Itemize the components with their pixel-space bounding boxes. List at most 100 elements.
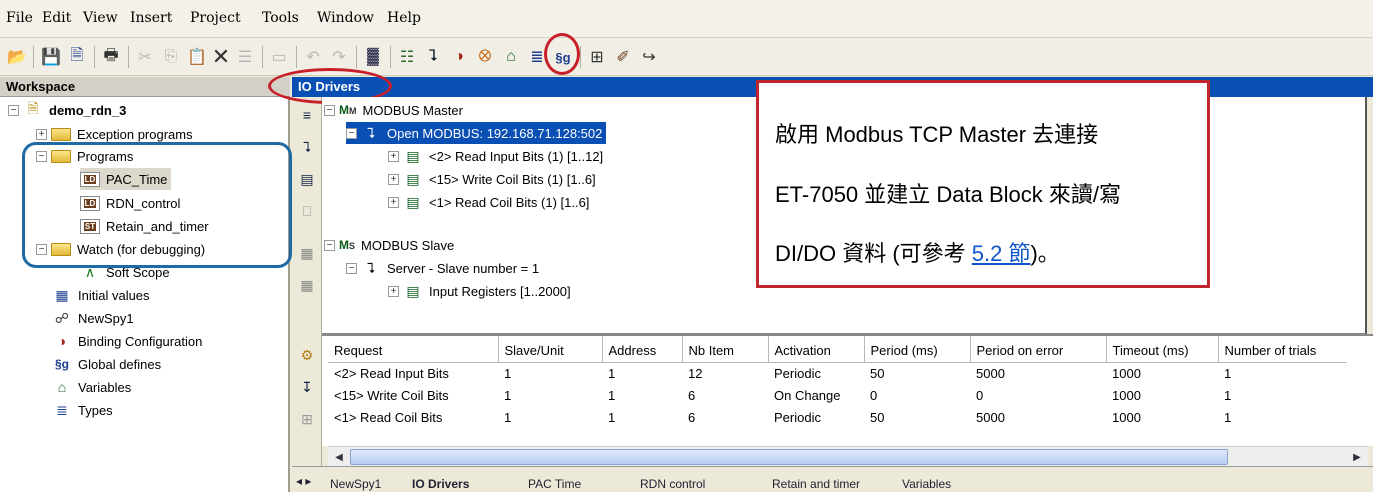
tree-modbus-slave[interactable]: − MS MODBUS Slave <box>324 234 454 256</box>
tab-variables[interactable]: Variables <box>902 477 951 491</box>
link-icon[interactable]: ⎕ <box>297 201 317 221</box>
variables-icon: ⌂ <box>57 379 67 395</box>
programs-highlight <box>22 142 292 268</box>
col-address[interactable]: Address <box>602 336 683 363</box>
column-layout-icon[interactable]: ≡ <box>297 105 317 125</box>
tree-input-registers[interactable]: + ▤ Input Registers [1..2000] <box>388 280 571 302</box>
table-row[interactable]: <15> Write Coil Bits 1 1 6 On Change 0 0… <box>328 384 1347 406</box>
menu-project[interactable]: Project <box>190 10 241 26</box>
menu-file[interactable]: File <box>6 10 33 26</box>
layout-icon[interactable]: ⊞ <box>586 46 608 68</box>
workspace-tree: − 🗎 demo_rdn_3 + Exception programs − Pr… <box>0 97 292 492</box>
scroll-thumb[interactable] <box>350 449 1228 465</box>
menu-view[interactable]: View <box>83 10 118 26</box>
cell: 0 <box>870 387 878 403</box>
tree-read-coil-bits[interactable]: + ▤ <1> Read Coil Bits (1) [1..6] <box>388 191 589 213</box>
scroll-left-icon[interactable]: ◀ <box>330 449 348 465</box>
table-row[interactable]: <1> Read Coil Bits 1 1 6 Periodic 50 500… <box>328 406 1347 428</box>
tree-variables[interactable]: ⌂ Variables <box>52 376 131 398</box>
cell: 50 <box>870 365 885 381</box>
scroll-right-icon[interactable]: ▶ <box>1348 449 1366 465</box>
data-block-icon: ▤ <box>406 170 420 187</box>
cell: 1000 <box>1112 387 1141 403</box>
data-block-icon[interactable]: ▤ <box>297 169 317 189</box>
annotation-callout: 啟用 Modbus TCP Master 去連接 ET-7050 並建立 Dat… <box>756 80 1210 288</box>
tree-global-defines[interactable]: §g Global defines <box>52 353 161 375</box>
properties-icon[interactable]: ☰ <box>234 46 256 68</box>
col-request[interactable]: Request <box>328 336 499 363</box>
redo-icon[interactable]: ↷ <box>328 46 350 68</box>
cell: <1> Read Coil Bits <box>334 409 443 425</box>
print-icon[interactable]: 🖶 <box>100 46 122 68</box>
copy-icon[interactable]: ⎘ <box>160 46 182 68</box>
library-icon[interactable]: ✐ <box>612 46 634 68</box>
table-row[interactable]: <2> Read Input Bits 1 1 12 Periodic 50 5… <box>328 362 1347 384</box>
network-icon[interactable]: ⮧ <box>297 137 317 157</box>
menu-edit[interactable]: Edit <box>42 10 71 26</box>
open-icon[interactable]: 📂 <box>6 46 28 68</box>
tab-rdn-control[interactable]: RDN control <box>640 477 705 491</box>
tab-pac-time[interactable]: PAC Time <box>528 477 581 491</box>
add-icon[interactable]: ⊞ <box>297 409 317 429</box>
settings-icon[interactable]: ⚙ <box>297 345 317 365</box>
undo-icon[interactable]: ↶ <box>302 46 324 68</box>
col-slave-unit[interactable]: Slave/Unit <box>498 336 603 363</box>
io-board-icon[interactable]: ☷ <box>396 46 418 68</box>
menu-help[interactable]: Help <box>387 10 421 26</box>
sort-icon[interactable]: ↧ <box>297 377 317 397</box>
paste-icon[interactable]: 📋 <box>186 46 208 68</box>
side-toolbar: ≡ ⮧ ▤ ⎕ ▦ ▦ ⚙ ↧ ⊞ <box>292 97 322 492</box>
menu-window[interactable]: Window <box>317 10 374 26</box>
spy-icon[interactable]: ⭙ <box>474 46 496 68</box>
tree-initial-values[interactable]: ▦ Initial values <box>52 284 149 306</box>
tree-read-input-bits[interactable]: + ▤ <2> Read Input Bits (1) [1..12] <box>388 145 603 167</box>
col-nb-item[interactable]: Nb Item <box>682 336 769 363</box>
col-activation[interactable]: Activation <box>768 336 865 363</box>
section-link[interactable]: 5.2 節 <box>972 241 1031 266</box>
save-all-icon[interactable]: 🗎 <box>66 46 88 68</box>
network-icon[interactable]: ⮧ <box>422 46 444 68</box>
menu-tools[interactable]: Tools <box>262 10 299 26</box>
tree-write-coil-bits[interactable]: + ▤ <15> Write Coil Bits (1) [1..6] <box>388 168 596 190</box>
menu-insert[interactable]: Insert <box>130 10 172 26</box>
cell: 1 <box>608 365 616 381</box>
save-icon[interactable]: 💾 <box>40 46 62 68</box>
tab-io-drivers[interactable]: IO Drivers <box>412 477 469 491</box>
tree-project[interactable]: − 🗎 demo_rdn_3 <box>8 99 126 121</box>
col-number-of-trials[interactable]: Number of trials <box>1218 336 1347 363</box>
cell: 1 <box>1224 409 1232 425</box>
home-icon[interactable]: ⌂ <box>500 46 522 68</box>
cell: 12 <box>688 365 703 381</box>
callout-line-1: 啟用 Modbus TCP Master 去連接 <box>775 122 1099 147</box>
find-icon[interactable]: ▭ <box>268 46 290 68</box>
modbus-slave-icon: MS <box>339 238 356 252</box>
horizontal-scrollbar[interactable]: ◀ ▶ <box>328 446 1368 466</box>
cut-icon[interactable]: ✂ <box>134 46 156 68</box>
tree-types[interactable]: ≣ Types <box>52 399 113 421</box>
tree-binding-configuration[interactable]: ◑ Binding Configuration <box>52 330 203 352</box>
col-timeout[interactable]: Timeout (ms) <box>1106 336 1219 363</box>
tab-newspy1[interactable]: NewSpy1 <box>330 477 381 491</box>
folder-icon <box>51 127 71 141</box>
cell: 6 <box>688 387 696 403</box>
tab-prev-icon[interactable]: ◂ ▸ <box>296 474 311 488</box>
tree-modbus-master[interactable]: − MM MODBUS Master <box>324 99 463 121</box>
data-block-icon: ▤ <box>406 147 420 164</box>
delete-icon[interactable]: ✕ <box>210 44 232 69</box>
spy-icon: ☍ <box>54 309 70 326</box>
modbus-master-icon: MM <box>339 103 357 117</box>
cell: 1000 <box>1112 409 1141 425</box>
binding-icon[interactable]: ◑ <box>448 46 470 68</box>
grid-icon[interactable]: ▦ <box>297 243 317 263</box>
tree-open-modbus[interactable]: − ⮧ Open MODBUS: 192.168.71.128:502 <box>346 122 607 144</box>
tab-retain-and-timer[interactable]: Retain and timer <box>772 477 860 491</box>
grid2-icon[interactable]: ▦ <box>297 275 317 295</box>
tree-newspy[interactable]: ☍ NewSpy1 <box>52 307 134 329</box>
col-period[interactable]: Period (ms) <box>864 336 971 363</box>
tree-server[interactable]: − ⮧ Server - Slave number = 1 <box>346 257 539 279</box>
exit-icon[interactable]: ↪ <box>638 46 660 68</box>
cell: Periodic <box>774 409 821 425</box>
build-icon[interactable]: ▓ <box>362 46 384 68</box>
col-period-on-error[interactable]: Period on error <box>970 336 1107 363</box>
cell: <15> Write Coil Bits <box>334 387 449 403</box>
